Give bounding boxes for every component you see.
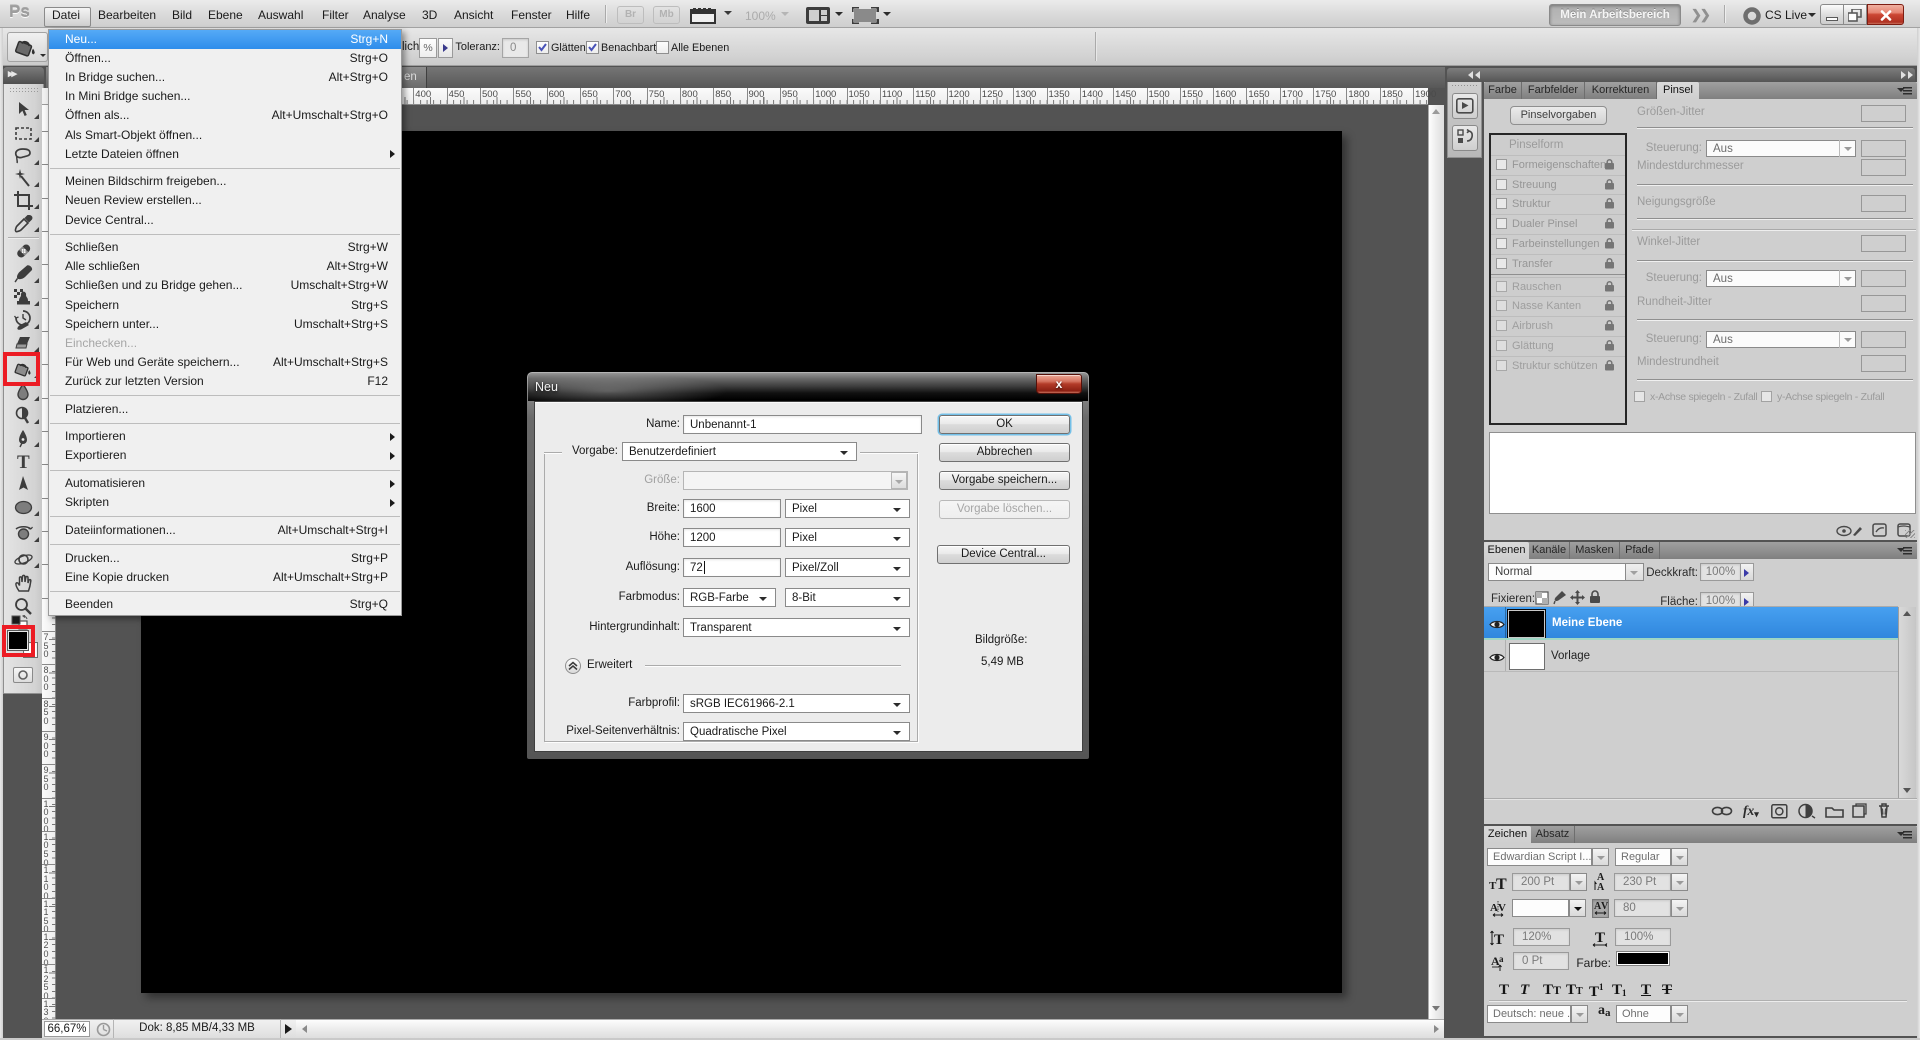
svg-text:V: V — [1601, 901, 1608, 912]
svg-text:T: T — [1494, 932, 1504, 948]
svg-text:T: T — [1496, 876, 1507, 891]
svg-text:T: T — [17, 452, 30, 472]
svg-text:A: A — [1490, 902, 1498, 914]
svg-text:V: V — [1498, 902, 1506, 914]
svg-text:T: T — [1595, 930, 1605, 946]
svg-text:a: a — [1499, 954, 1504, 964]
svg-text:A: A — [1597, 882, 1605, 892]
